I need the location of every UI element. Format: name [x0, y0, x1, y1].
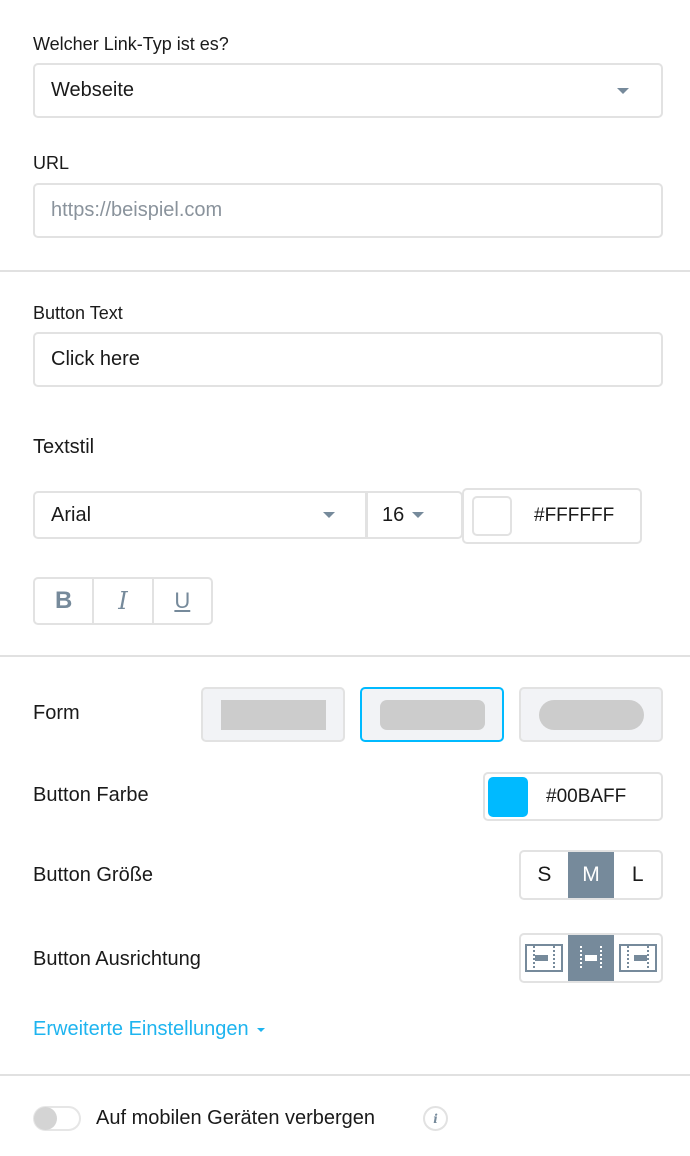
size-l-label: L: [631, 863, 644, 886]
underline-button[interactable]: U: [154, 579, 211, 623]
url-placeholder: https://beispiel.com: [51, 199, 223, 221]
info-icon[interactable]: i: [423, 1106, 448, 1131]
caret-down-icon: [323, 512, 335, 518]
button-color-value: #00BAFF: [546, 785, 627, 807]
link-type-value: Webseite: [51, 79, 135, 101]
align-right-icon: [618, 944, 657, 972]
section-divider: [0, 655, 690, 657]
size-option-l[interactable]: L: [614, 852, 661, 898]
button-size-label: Button Größe: [33, 864, 154, 886]
url-input[interactable]: https://beispiel.com: [33, 183, 663, 238]
text-color-picker[interactable]: #FFFFFF: [462, 488, 642, 544]
button-alignment-label: Button Ausrichtung: [33, 948, 201, 970]
button-text-label: Button Text: [33, 303, 123, 323]
font-size-value: 16: [382, 503, 405, 526]
font-family-value: Arial: [51, 503, 92, 526]
hide-mobile-toggle[interactable]: [33, 1106, 81, 1131]
shape-option-pill[interactable]: [519, 687, 663, 742]
underline-icon: U: [174, 588, 191, 613]
text-color-swatch[interactable]: [472, 496, 512, 536]
size-option-m[interactable]: M: [567, 852, 615, 898]
link-type-label: Welcher Link-Typ ist es?: [33, 34, 229, 54]
button-alignment-selector: [519, 933, 663, 983]
shape-option-rounded[interactable]: [360, 687, 504, 742]
bold-icon: B: [54, 587, 73, 614]
font-size-select[interactable]: 16: [368, 493, 461, 537]
link-type-select[interactable]: Webseite: [33, 63, 663, 118]
caret-down-icon: [412, 512, 425, 518]
button-color-picker[interactable]: #00BAFF: [483, 772, 663, 821]
align-left-icon: [525, 944, 564, 972]
italic-icon: I: [118, 587, 128, 615]
button-color-label: Button Farbe: [33, 784, 149, 806]
align-center-icon: [580, 946, 602, 970]
text-style-label: Textstil: [33, 436, 95, 458]
size-s-label: S: [537, 863, 552, 886]
text-style-buttons: B I U: [33, 577, 213, 625]
rounded-shape-icon: [379, 699, 485, 730]
size-option-s[interactable]: S: [521, 852, 568, 898]
form-label: Form: [33, 702, 80, 724]
font-family-select[interactable]: Arial: [35, 493, 368, 537]
caret-down-icon: [256, 1027, 265, 1032]
button-color-swatch[interactable]: [488, 776, 528, 817]
align-left-option[interactable]: [521, 935, 568, 981]
caret-down-icon: [617, 87, 629, 94]
button-text-input[interactable]: Click here: [33, 332, 663, 387]
align-center-option[interactable]: [567, 935, 615, 981]
button-text-value: Click here: [51, 348, 140, 370]
advanced-settings-label: Erweiterte Einstellungen: [33, 1018, 249, 1040]
text-color-value: #FFFFFF: [534, 505, 615, 526]
button-size-selector: S M L: [519, 850, 663, 900]
section-divider: [0, 1074, 690, 1076]
advanced-settings-link[interactable]: Erweiterte Einstellungen: [33, 1018, 265, 1041]
shape-option-square[interactable]: [201, 687, 345, 742]
url-label: URL: [33, 153, 70, 173]
toggle-knob: [34, 1107, 57, 1130]
align-right-option[interactable]: [614, 935, 661, 981]
hide-mobile-label: Auf mobilen Geräten verbergen: [96, 1107, 376, 1129]
font-select-group: Arial 16: [33, 491, 463, 539]
italic-button[interactable]: I: [94, 579, 154, 623]
bold-button[interactable]: B: [35, 579, 95, 623]
size-m-label: M: [582, 863, 600, 886]
square-shape-icon: [220, 699, 326, 730]
pill-shape-icon: [538, 699, 644, 730]
section-divider: [0, 270, 690, 272]
